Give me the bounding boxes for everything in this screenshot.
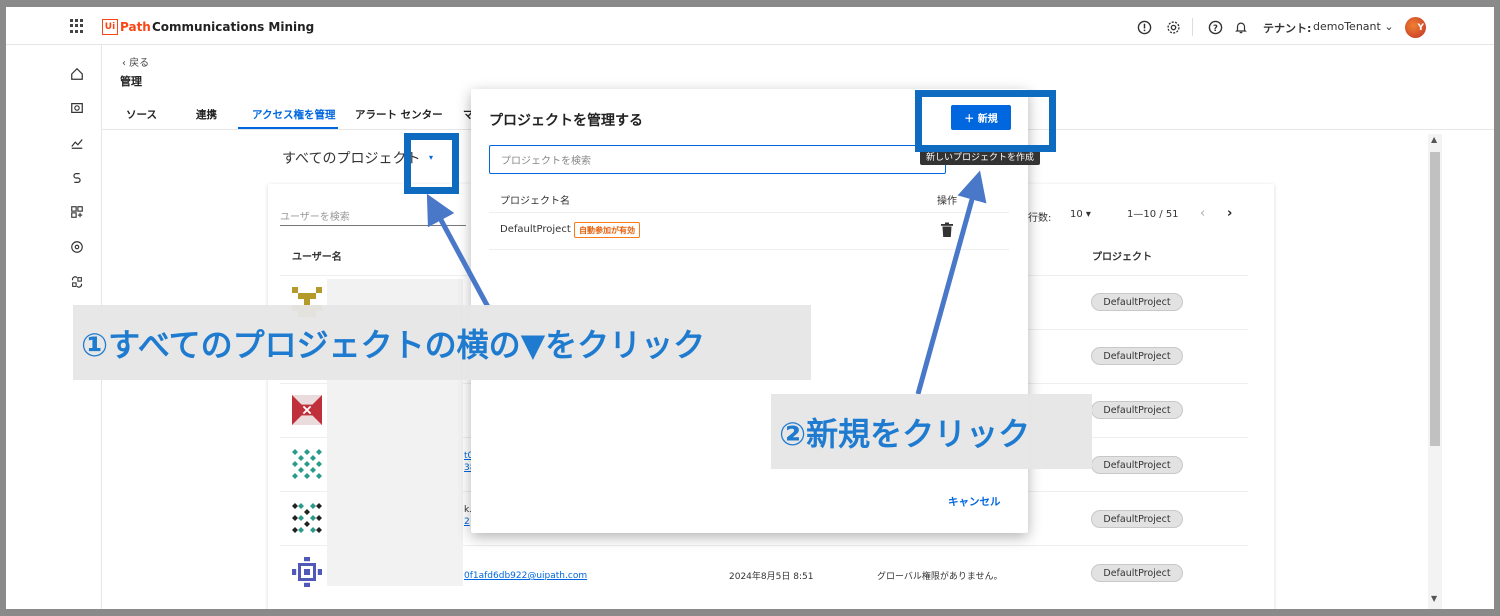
settings-apps-icon[interactable] [68, 273, 86, 291]
project-chip: DefaultProject [1091, 401, 1183, 419]
uipath-logo: Ui [102, 19, 118, 35]
gear-icon[interactable] [1165, 19, 1181, 35]
tab-integrations[interactable]: 連携 [196, 107, 217, 122]
tab-alert-center[interactable]: アラート センター [355, 107, 443, 122]
user-created-date: 2024年8月5日 8:51 [729, 572, 814, 582]
page-title: 管理 [120, 75, 142, 88]
auto-join-badge: 自動参加が有効 [574, 222, 640, 238]
topbar-divider [1192, 18, 1193, 36]
user-identicon [292, 449, 322, 479]
step2-callout: ②新規をクリック [771, 394, 1092, 469]
rows-per-page-label: 行数: [1028, 213, 1052, 224]
chevron-right-icon[interactable]: › [1227, 206, 1232, 221]
scroll-up-icon[interactable]: ▲ [1431, 135, 1437, 144]
user-email-partial[interactable]: 2 [464, 517, 470, 527]
dialog-row-divider [489, 212, 1009, 213]
project-chip: DefaultProject [1091, 456, 1183, 474]
cancel-button[interactable]: キャンセル [948, 494, 1001, 509]
broadcast-icon[interactable] [68, 238, 86, 256]
user-search-input[interactable]: ユーザーを検索 [280, 208, 466, 226]
flow-icon[interactable] [68, 169, 86, 187]
user-identicon [292, 395, 322, 425]
trash-icon[interactable] [940, 222, 954, 238]
column-header-username[interactable]: ユーザー名 [292, 248, 342, 263]
tab-access-management[interactable]: アクセス権を管理 [252, 107, 335, 122]
column-header-project-name: プロジェクト名 [500, 196, 570, 207]
column-header-actions: 操作 [937, 196, 957, 207]
user-email[interactable]: 0f1afd6db922@uipath.com [464, 571, 587, 581]
alert-icon[interactable] [1136, 19, 1152, 35]
tenant-value[interactable]: demoTenant [1313, 20, 1381, 33]
scroll-down-icon[interactable]: ▼ [1431, 594, 1437, 603]
home-icon[interactable] [68, 65, 86, 83]
chevron-down-icon: ⌄ [1384, 20, 1394, 33]
avatar[interactable]: Y [1405, 17, 1426, 38]
project-chip: DefaultProject [1091, 293, 1183, 311]
user-identicon [292, 503, 322, 533]
rows-per-page-select[interactable]: 10 ▾ [1070, 209, 1091, 220]
apps-icon[interactable] [68, 203, 86, 221]
chevron-left-icon[interactable]: ‹ [1200, 206, 1205, 221]
dialog-row-divider [489, 249, 1009, 250]
svg-text:?: ? [1213, 22, 1218, 32]
user-identicon [292, 557, 322, 587]
app-window: Ui Path Communications Mining ? テナント: de… [6, 7, 1494, 609]
highlight-project-caret [404, 133, 459, 194]
project-chip: DefaultProject [1091, 510, 1183, 528]
app-launcher-icon[interactable] [70, 19, 84, 33]
step1-callout: ①すべてのプロジェクトの横の▼をクリック [73, 305, 811, 380]
dialog-title: プロジェクトを管理する [489, 113, 643, 129]
highlight-new-button [915, 90, 1056, 152]
column-header-project[interactable]: プロジェクト [1092, 248, 1152, 263]
project-chip: DefaultProject [1091, 564, 1183, 582]
project-selector[interactable]: すべてのプロジェクト [282, 148, 420, 168]
pagination-range: 1—10 / 51 [1127, 209, 1179, 220]
back-link[interactable]: ‹ 戻る [122, 54, 149, 69]
app-name: Communications Mining [152, 20, 315, 34]
tab-sources[interactable]: ソース [126, 107, 157, 122]
help-icon[interactable]: ? [1207, 19, 1223, 35]
tenant-switcher[interactable]: demoTenant ⌄ [1313, 20, 1394, 33]
explore-icon[interactable] [68, 99, 86, 117]
bell-icon[interactable] [1233, 19, 1249, 35]
uipath-logo-text: Path [120, 20, 151, 34]
project-chip: DefaultProject [1091, 347, 1183, 365]
project-search-input[interactable]: プロジェクトを検索 [489, 145, 946, 174]
user-global-permission: グローバル権限がありません。 [877, 572, 1003, 582]
project-name: DefaultProject [500, 224, 571, 235]
chart-icon[interactable] [68, 134, 86, 152]
scrollbar-thumb[interactable] [1430, 152, 1440, 446]
tenant-label: テナント: [1263, 22, 1312, 35]
